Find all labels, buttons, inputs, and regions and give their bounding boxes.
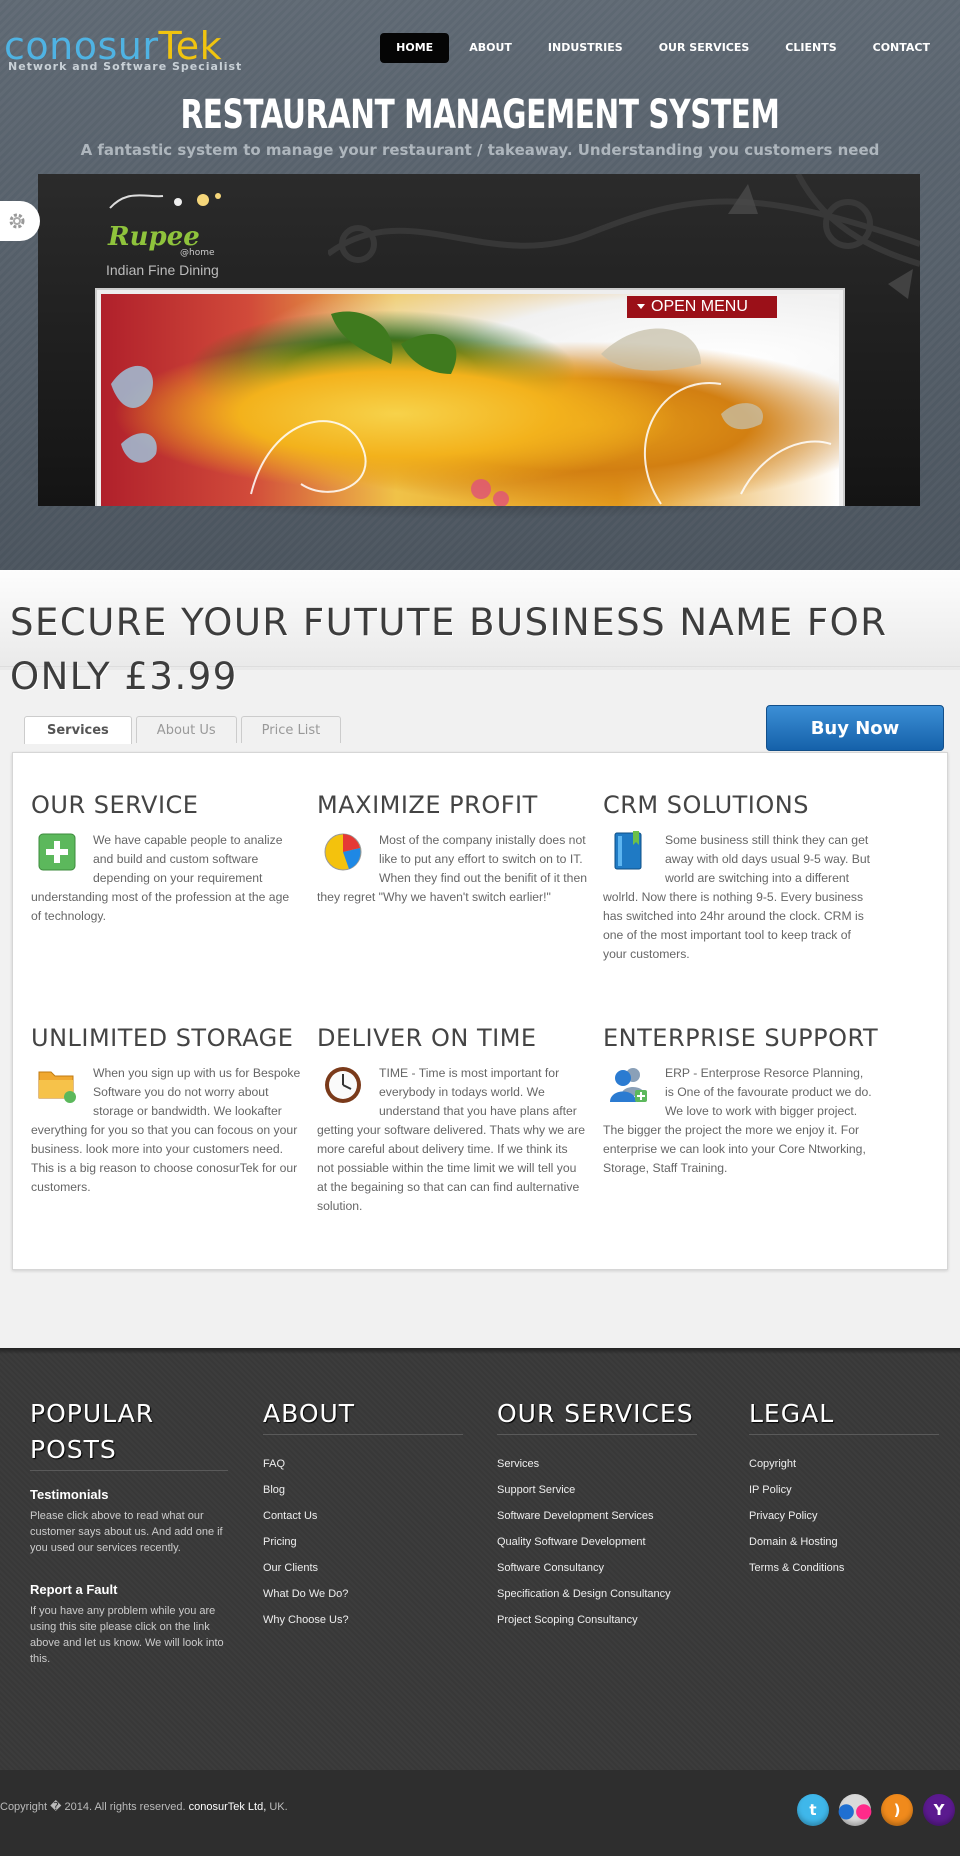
service-title: DELIVER ON TIME	[317, 1024, 537, 1052]
social-links: t ● ●) Y	[797, 1794, 955, 1826]
footer-link[interactable]: Terms & Conditions	[749, 1555, 939, 1581]
footer-link[interactable]: Software Consultancy	[497, 1555, 697, 1581]
nav-our-services[interactable]: OUR SERVICES	[643, 33, 766, 63]
footer-link[interactable]: Domain & Hosting	[749, 1529, 939, 1555]
restaurant-logo: Rupee @home	[108, 188, 228, 258]
service-card: OUR SERVICE We have capable people to an…	[31, 791, 301, 926]
service-title: CRM SOLUTIONS	[603, 791, 809, 819]
footer-link[interactable]: Support Service	[497, 1477, 697, 1503]
nav-industries[interactable]: INDUSTRIES	[532, 33, 639, 63]
service-title: OUR SERVICE	[31, 791, 199, 819]
footer-link[interactable]: IP Policy	[749, 1477, 939, 1503]
open-menu-label: OPEN MENU	[651, 298, 748, 315]
footer-link[interactable]: Project Scoping Consultancy	[497, 1607, 697, 1633]
copyright-company-link[interactable]: conosurTek Ltd,	[189, 1801, 267, 1813]
post-text: Please click above to read what our cust…	[30, 1510, 223, 1554]
main-nav: HOME ABOUT INDUSTRIES OUR SERVICES CLIEN…	[380, 33, 946, 63]
twitter-icon[interactable]: t	[797, 1794, 829, 1826]
header-hero: conosurTek Network and Software Speciali…	[0, 0, 960, 570]
nav-about[interactable]: ABOUT	[453, 33, 528, 63]
clock-icon	[325, 1067, 361, 1103]
plus-box-icon	[38, 833, 76, 871]
flickr-icon[interactable]: ● ●	[838, 1794, 872, 1826]
footer-heading: LEGAL	[749, 1396, 939, 1435]
gear-icon	[9, 213, 25, 229]
hero-slider[interactable]: Rupee @home Indian Fine Dining OPEN MENU	[38, 174, 920, 506]
brand-tagline: Network and Software Specialist	[8, 60, 243, 73]
pie-chart-icon	[324, 833, 362, 871]
footer-link[interactable]: Services	[497, 1451, 697, 1477]
service-card: CRM SOLUTIONS Some business still think …	[603, 791, 873, 964]
footer-heading: OUR SERVICES	[497, 1396, 697, 1435]
restaurant-logo-suffix: @home	[180, 248, 215, 258]
brand-logo[interactable]: conosurTek Network and Software Speciali…	[4, 26, 242, 73]
footer-popular-posts: POPULAR POSTS Testimonials Please click …	[30, 1396, 228, 1667]
caret-down-icon	[637, 304, 645, 309]
hero-title: RESTAURANT MANAGEMENT SYSTEM	[180, 92, 780, 138]
copyright-prefix: Copyright � 2014. All rights reserved.	[0, 1801, 186, 1813]
footer-link[interactable]: Pricing	[263, 1529, 463, 1555]
footer-link[interactable]: Blog	[263, 1477, 463, 1503]
food-photo-frame: OPEN MENU	[95, 288, 845, 506]
footer-link[interactable]: Our Clients	[263, 1555, 463, 1581]
nav-clients[interactable]: CLIENTS	[769, 33, 852, 63]
style-switcher-toggle[interactable]	[0, 201, 40, 241]
footer-link[interactable]: Specification & Design Consultancy	[497, 1581, 697, 1607]
service-card: UNLIMITED STORAGE When you sign up with …	[31, 1024, 301, 1197]
open-menu-button[interactable]: OPEN MENU	[627, 296, 777, 318]
nav-contact[interactable]: CONTACT	[857, 33, 946, 63]
promo-title: SECURE YOUR FUTUTE BUSINESS NAME FOR ONL…	[10, 601, 888, 698]
copyright-suffix: UK.	[269, 1801, 288, 1813]
buy-now-button[interactable]: Buy Now	[766, 705, 944, 751]
footer-legal: LEGAL Copyright IP Policy Privacy Policy…	[749, 1396, 939, 1581]
footer-our-services: OUR SERVICES Services Support Service So…	[497, 1396, 697, 1633]
footer-about: ABOUT FAQ Blog Contact Us Pricing Our Cl…	[263, 1396, 463, 1633]
footer-link[interactable]: Contact Us	[263, 1503, 463, 1529]
footer-heading: POPULAR POSTS	[30, 1396, 228, 1471]
post-title-report-fault[interactable]: Report a Fault	[30, 1582, 228, 1597]
nav-home[interactable]: HOME	[380, 33, 450, 63]
service-card: ENTERPRISE SUPPORT ERP - Enterprose Reso…	[603, 1024, 879, 1178]
service-title: UNLIMITED STORAGE	[31, 1024, 294, 1052]
footer-link[interactable]: Privacy Policy	[749, 1503, 939, 1529]
footer-link[interactable]: Copyright	[749, 1451, 939, 1477]
service-card: DELIVER ON TIME TIME - Time is most impo…	[317, 1024, 587, 1216]
users-add-icon	[610, 1068, 647, 1102]
footer-link[interactable]: Software Development Services	[497, 1503, 697, 1529]
flower-icon	[109, 193, 221, 209]
copyright: Copyright � 2014. All rights reserved. c…	[0, 1797, 288, 1817]
service-title: MAXIMIZE PROFIT	[317, 791, 538, 819]
book-icon	[614, 831, 642, 870]
post-text: If you have any problem while you are us…	[30, 1605, 224, 1665]
folder-icon	[38, 1071, 76, 1103]
footer-heading: ABOUT	[263, 1396, 463, 1435]
photo-swirl-decoration	[111, 311, 832, 506]
tab-price-list[interactable]: Price List	[240, 716, 342, 743]
yahoo-icon[interactable]: Y	[923, 1794, 955, 1826]
service-card: MAXIMIZE PROFIT Most of the company inis…	[317, 791, 587, 907]
food-photo: OPEN MENU	[101, 294, 839, 506]
footer-link[interactable]: Quality Software Development	[497, 1529, 697, 1555]
footer-link[interactable]: FAQ	[263, 1451, 463, 1477]
footer-link[interactable]: What Do We Do?	[263, 1581, 463, 1607]
post-title-testimonials[interactable]: Testimonials	[30, 1487, 228, 1502]
rss-icon[interactable]: )	[881, 1794, 913, 1826]
hero-subtitle: A fantastic system to manage your restau…	[80, 141, 880, 159]
content-tabs: Services About Us Price List	[24, 716, 342, 744]
restaurant-caption: Indian Fine Dining	[106, 262, 219, 278]
footer-link[interactable]: Why Choose Us?	[263, 1607, 463, 1633]
service-title: ENTERPRISE SUPPORT	[603, 1024, 879, 1052]
services-panel: OUR SERVICE We have capable people to an…	[12, 752, 948, 1270]
tab-about-us[interactable]: About Us	[135, 716, 237, 743]
tab-services[interactable]: Services	[24, 716, 132, 744]
